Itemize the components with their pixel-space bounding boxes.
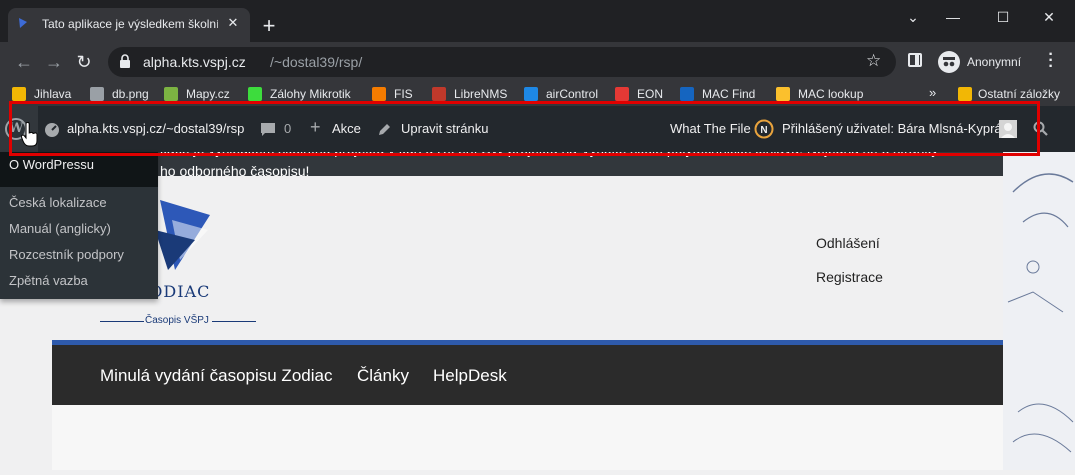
logo-divider [100, 321, 144, 322]
menu-item-about-wordpress[interactable]: O WordPressu [9, 157, 94, 172]
logout-link[interactable]: Odhlášení [816, 235, 880, 251]
url-path: /~dostal39/rsp/ [270, 54, 363, 70]
eon-icon [615, 87, 629, 101]
logo-divider [212, 321, 256, 322]
profile-label[interactable]: Anonymní [967, 55, 1021, 69]
url-host: alpha.kts.vspj.cz [143, 54, 246, 70]
maximize-icon[interactable]: ☐ [988, 6, 1018, 28]
back-icon[interactable]: ← [12, 50, 36, 74]
bookmarks-more-icon[interactable]: » [929, 85, 936, 100]
side-panel-icon[interactable] [908, 53, 922, 67]
nav-link-past-issues[interactable]: Minulá vydání časopisu Zodiac [100, 366, 332, 386]
reload-icon[interactable]: ↻ [72, 50, 96, 74]
folder-icon [12, 87, 26, 101]
z-icon [248, 87, 262, 101]
zodiac-favicon-icon [19, 18, 27, 28]
menu-item-manual[interactable]: Manuál (anglicky) [9, 221, 111, 236]
zodiac-logo-icon[interactable] [150, 190, 220, 275]
fis-icon [372, 87, 386, 101]
menu-item-feedback[interactable]: Zpětná vazba [9, 273, 88, 288]
close-icon[interactable]: ✕ [1034, 6, 1064, 28]
menu-item-support[interactable]: Rozcestník podpory [9, 247, 124, 262]
highlight-box [9, 101, 1040, 156]
incognito-glasses-icon [943, 57, 955, 67]
forward-icon[interactable]: → [42, 50, 66, 74]
macfind-icon [680, 87, 694, 101]
folder-icon [958, 87, 972, 101]
tab-title: Tato aplikace je výsledkem školní [42, 17, 218, 31]
aircontrol-icon [524, 87, 538, 101]
nav-link-helpdesk[interactable]: HelpDesk [433, 366, 507, 386]
librenms-icon [432, 87, 446, 101]
decorative-pattern-icon [1007, 173, 1074, 453]
menu-item-czech-localization[interactable]: Česká lokalizace [9, 195, 107, 210]
chrome-menu-icon[interactable]: · · · [1046, 47, 1056, 75]
tab-search-icon[interactable]: ⌄ [898, 6, 928, 28]
main-content [52, 405, 1003, 470]
new-tab-icon[interactable]: + [258, 15, 280, 37]
register-link[interactable]: Registrace [816, 269, 883, 285]
tab-close-icon[interactable]: ✕ [224, 14, 242, 32]
mapy-icon [164, 87, 178, 101]
maclookup-icon [776, 87, 790, 101]
logo-subtitle: Časopis VŠPJ [145, 315, 209, 326]
bookmark-star-icon[interactable]: ☆ [866, 51, 881, 71]
globe-icon [90, 87, 104, 101]
hand-cursor-icon [20, 122, 38, 147]
page-background-right [1003, 152, 1075, 470]
nav-link-articles[interactable]: Články [357, 366, 409, 386]
lock-icon[interactable] [118, 53, 132, 69]
minimize-icon[interactable]: — [938, 6, 968, 28]
